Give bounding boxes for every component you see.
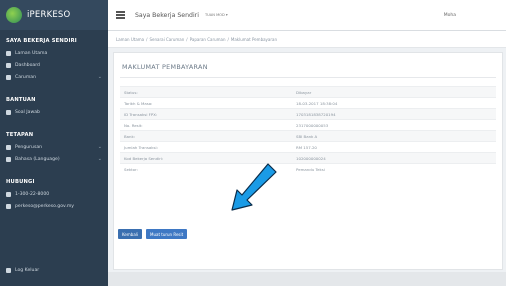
logout-link[interactable]: Log Keluar [0,264,45,276]
sidebar-item-label: Pengurusan [15,144,43,150]
row-value: SBI Bank A [292,130,496,142]
breadcrumb-item[interactable]: Senarai Caruman [150,37,185,42]
sidebar-item-label: Soal Jawab [15,109,40,115]
sidebar-item-pengurusan[interactable]: Pengurusan ⌄ [0,141,108,153]
breadcrumb-item[interactable]: Paparan Caruman [190,37,226,42]
sidebar-item-label: Bahasa (Language) [15,156,60,162]
sidebar-heading-bantuan: BANTUAN [6,97,36,103]
brand-name: iPERKESO [27,10,71,20]
account-dropdown[interactable]: TUAN MOD ▾ [205,13,228,17]
perkeso-logo-icon [6,7,22,23]
table-row: Jumlah Transaksi: RM 157.20 [120,141,496,153]
row-label: Tarikh & Masa: [120,97,292,109]
back-button[interactable]: Kembali [118,229,142,239]
row-label: No. Resit: [120,119,292,131]
logout-label: Log Keluar [15,267,40,273]
row-label: Bank: [120,130,292,142]
table-row: No. Resit: 2317000000053 [120,119,496,131]
sidebar-heading-tetapan: TETAPAN [6,132,34,138]
breadcrumb: Laman Utama / Senarai Caruman / Paparan Ca… [108,31,506,48]
sidebar-item-phone[interactable]: 1-300-22-8000 [0,188,108,200]
chevron-down-icon: ⌄ [97,74,102,80]
row-value: 1703181838720194 [292,108,496,120]
sidebar-item-label: Laman Utama [15,50,48,56]
user-name[interactable]: Moha [444,13,456,18]
sidebar-item-soal-jawab[interactable]: Soal Jawab [0,106,108,118]
dashboard-icon [6,62,11,68]
sidebar-item-caruman[interactable]: Caruman ⌄ [0,71,108,83]
phone-icon [6,191,11,197]
divider [120,77,496,78]
sidebar-item-label: Dashboard [15,62,40,68]
row-label: Jumlah Transaksi: [120,141,292,153]
breadcrumb-item-current: Maklumat Pembayaran [230,36,278,42]
card-actions: Kembali Muat turun Resit [118,229,188,239]
table-row: Sektor: Pemandu Teksi [120,163,496,174]
home-icon [6,50,11,56]
row-value: 102000000024 [292,152,496,164]
app: iPERKESO SAYA BEKERJA SENDIRI Laman Utam… [0,0,506,286]
chevron-down-icon: ⌄ [97,156,102,162]
row-value: RM 157.20 [292,141,496,153]
row-value: 18-03-2017 18:38:04 [292,97,496,109]
sidebar-heading: SAYA BEKERJA SENDIRI [6,38,77,44]
sidebar-item-label: perkeso@perkeso.gov.my [15,203,75,209]
breadcrumb-item[interactable]: Laman Utama [116,37,144,42]
question-icon [6,109,11,115]
download-receipt-button[interactable]: Muat turun Resit [146,229,188,239]
card-icon [6,74,11,80]
chevron-down-icon: ⌄ [97,144,102,150]
footer [108,272,506,286]
sidebar-item-label: Caruman [15,74,37,80]
row-label: Sektor: [120,163,292,174]
table-row: Status: Dibayar [120,86,496,98]
row-value: 2317000000053 [292,119,496,131]
table-row: ID Transaksi FPX: 1703181838720194 [120,108,496,120]
sidebar-item-email[interactable]: perkeso@perkeso.gov.my [0,200,108,212]
payment-info-card: MAKLUMAT PEMBAYARAN Status: Dibayar Tarik… [113,52,503,270]
sidebar-item-label: 1-300-22-8000 [15,191,50,197]
sidebar-item-bahasa[interactable]: Bahasa (Language) ⌄ [0,153,108,165]
hamburger-menu-icon[interactable] [116,10,125,21]
sidebar: iPERKESO SAYA BEKERJA SENDIRI Laman Utam… [0,0,108,286]
sidebar-item-dashboard[interactable]: Dashboard [0,59,108,71]
brand[interactable]: iPERKESO [0,0,108,30]
language-icon [6,156,11,162]
card-title: MAKLUMAT PEMBAYARAN [122,63,208,71]
table-row: Kod Bekerja Sendiri: 102000000024 [120,152,496,164]
row-value: Dibayar [292,86,496,98]
row-label: Status: [120,86,292,98]
row-label: Kod Bekerja Sendiri: [120,152,292,164]
table-row: Bank: SBI Bank A [120,130,496,142]
logout-icon [6,267,11,273]
mail-icon [6,203,11,209]
gear-icon [6,144,11,150]
page-app-title: Saya Bekerja Sendiri [135,11,199,19]
topbar: Saya Bekerja Sendiri TUAN MOD ▾ Moha [108,0,506,31]
payment-details-table: Status: Dibayar Tarikh & Masa: 18-03-2017 … [120,86,496,174]
row-value: Pemandu Teksi [292,163,496,174]
table-row: Tarikh & Masa: 18-03-2017 18:38:04 [120,97,496,109]
row-label: ID Transaksi FPX: [120,108,292,120]
sidebar-heading-hubungi: HUBUNGI [6,179,35,185]
sidebar-item-home[interactable]: Laman Utama [0,47,108,59]
